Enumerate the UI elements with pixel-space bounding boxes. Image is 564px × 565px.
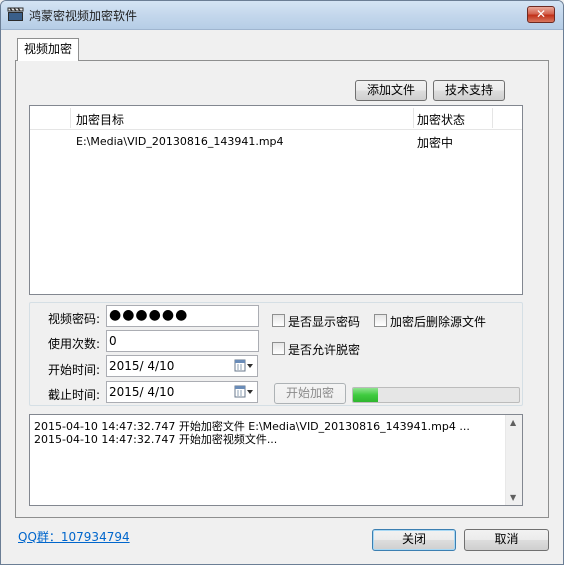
log-scrollbar[interactable]: ▲ ▼ xyxy=(505,415,522,505)
title-bar[interactable]: 鸿蒙密视频加密软件 ✕ xyxy=(1,1,563,30)
log-output[interactable]: 2015-04-10 14:47:32.747 开始加密文件 E:\Media\… xyxy=(29,414,523,506)
log-line: 2015-04-10 14:47:32.747 开始加密视频文件... xyxy=(34,433,278,446)
file-status-cell: 加密中 xyxy=(417,136,454,150)
end-time-value: 2015/ 4/10 xyxy=(109,385,175,399)
allow-decrypt-checkbox[interactable] xyxy=(272,342,285,355)
file-target-cell: E:\Media\VID_20130816_143941.mp4 xyxy=(76,135,284,148)
file-list[interactable]: 加密目标 加密状态 E:\Media\VID_20130816_143941.m… xyxy=(29,105,523,295)
file-list-header: 加密目标 加密状态 xyxy=(30,106,522,130)
calendar-dropdown-icon[interactable] xyxy=(233,384,255,400)
start-encrypt-button[interactable]: 开始加密 xyxy=(274,383,346,404)
cancel-button[interactable]: 取消 xyxy=(464,529,549,551)
close-button[interactable]: 关闭 xyxy=(372,529,456,551)
end-time-picker[interactable]: 2015/ 4/10 xyxy=(106,381,258,403)
show-password-label[interactable]: 是否显示密码 xyxy=(288,313,360,330)
window-close-button[interactable]: ✕ xyxy=(527,6,555,23)
list-item[interactable]: E:\Media\VID_20130816_143941.mp4 加密中 xyxy=(30,133,522,151)
start-time-label: 开始时间: xyxy=(47,363,100,377)
scroll-down-icon[interactable]: ▼ xyxy=(510,493,516,502)
clapperboard-icon xyxy=(7,7,24,21)
column-header-target[interactable]: 加密目标 xyxy=(76,111,124,128)
use-count-input[interactable]: 0 xyxy=(106,330,259,352)
column-header-status[interactable]: 加密状态 xyxy=(417,111,465,128)
tech-support-button[interactable]: 技术支持 xyxy=(433,80,505,101)
scroll-up-icon[interactable]: ▲ xyxy=(510,418,516,427)
column-separator[interactable] xyxy=(413,108,414,128)
add-file-button[interactable]: 添加文件 xyxy=(355,80,427,101)
column-separator[interactable] xyxy=(492,108,493,128)
window-title: 鸿蒙密视频加密软件 xyxy=(29,9,138,23)
column-separator[interactable] xyxy=(70,108,71,128)
qq-group-link[interactable]: QQ群：107934794 xyxy=(18,528,130,545)
start-time-picker[interactable]: 2015/ 4/10 xyxy=(106,355,258,377)
use-count-label: 使用次数: xyxy=(47,337,100,351)
start-time-value: 2015/ 4/10 xyxy=(109,359,175,373)
calendar-dropdown-icon[interactable] xyxy=(233,358,255,374)
tab-video-encrypt[interactable]: 视频加密 xyxy=(17,38,79,61)
password-label: 视频密码: xyxy=(47,312,100,326)
password-input[interactable]: ●●●●●● xyxy=(106,305,259,327)
encrypt-progress-bar xyxy=(352,387,520,403)
progress-fill xyxy=(353,388,378,402)
allow-decrypt-label[interactable]: 是否允许脱密 xyxy=(288,341,360,358)
end-time-label: 截止时间: xyxy=(47,388,100,402)
main-window: 鸿蒙密视频加密软件 ✕ 视频加密 添加文件 技术支持 加密目标 加密状态 E:\… xyxy=(0,0,564,565)
delete-source-label[interactable]: 加密后删除源文件 xyxy=(390,313,486,330)
show-password-checkbox[interactable] xyxy=(272,314,285,327)
delete-source-checkbox[interactable] xyxy=(374,314,387,327)
